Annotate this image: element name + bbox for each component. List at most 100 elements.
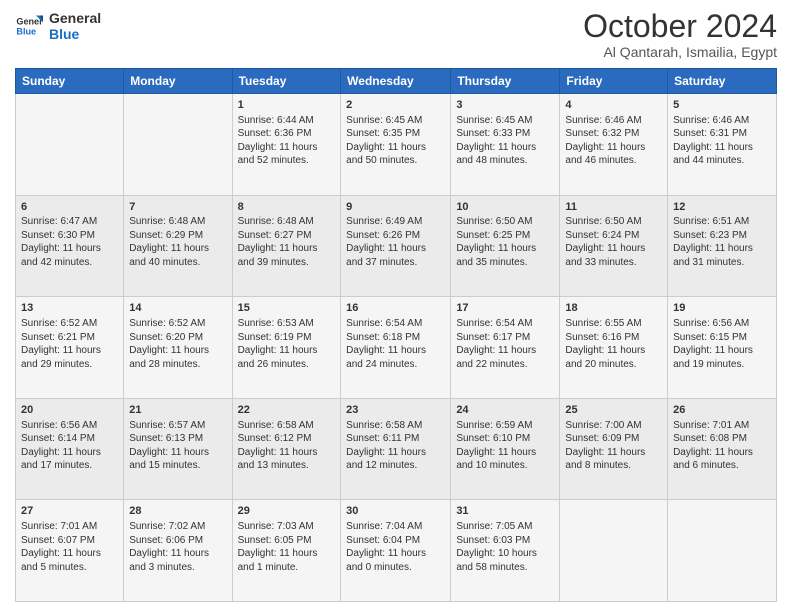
day-info: Sunrise: 6:56 AM <box>21 419 118 433</box>
day-number: 10 <box>456 200 554 215</box>
day-number: 30 <box>346 504 445 519</box>
day-number: 18 <box>565 301 662 316</box>
day-info: Daylight: 11 hours and 24 minutes. <box>346 344 445 371</box>
calendar-week-3: 13Sunrise: 6:52 AMSunset: 6:21 PMDayligh… <box>16 297 777 399</box>
day-info: Sunset: 6:16 PM <box>565 331 662 345</box>
calendar-cell: 6Sunrise: 6:47 AMSunset: 6:30 PMDaylight… <box>16 195 124 297</box>
day-info: Sunset: 6:32 PM <box>565 127 662 141</box>
calendar-cell <box>668 500 777 602</box>
calendar-cell <box>560 500 668 602</box>
day-info: Sunset: 6:35 PM <box>346 127 445 141</box>
calendar-cell <box>124 94 232 196</box>
day-number: 12 <box>673 200 771 215</box>
day-info: Daylight: 11 hours and 33 minutes. <box>565 242 662 269</box>
day-info: Daylight: 11 hours and 22 minutes. <box>456 344 554 371</box>
day-info: Sunrise: 6:45 AM <box>346 114 445 128</box>
day-info: Daylight: 10 hours and 58 minutes. <box>456 547 554 574</box>
calendar-week-2: 6Sunrise: 6:47 AMSunset: 6:30 PMDaylight… <box>16 195 777 297</box>
day-info: Daylight: 11 hours and 6 minutes. <box>673 446 771 473</box>
day-info: Sunset: 6:25 PM <box>456 229 554 243</box>
day-info: Daylight: 11 hours and 42 minutes. <box>21 242 118 269</box>
day-info: Sunrise: 6:55 AM <box>565 317 662 331</box>
day-number: 26 <box>673 403 771 418</box>
calendar-table: SundayMondayTuesdayWednesdayThursdayFrid… <box>15 68 777 602</box>
day-info: Sunset: 6:03 PM <box>456 534 554 548</box>
calendar-cell: 15Sunrise: 6:53 AMSunset: 6:19 PMDayligh… <box>232 297 341 399</box>
day-info: Daylight: 11 hours and 46 minutes. <box>565 141 662 168</box>
day-info: Sunset: 6:18 PM <box>346 331 445 345</box>
calendar-cell: 16Sunrise: 6:54 AMSunset: 6:18 PMDayligh… <box>341 297 451 399</box>
calendar-cell: 30Sunrise: 7:04 AMSunset: 6:04 PMDayligh… <box>341 500 451 602</box>
day-info: Sunrise: 6:46 AM <box>673 114 771 128</box>
day-number: 20 <box>21 403 118 418</box>
calendar-cell: 3Sunrise: 6:45 AMSunset: 6:33 PMDaylight… <box>451 94 560 196</box>
day-number: 16 <box>346 301 445 316</box>
logo-line1: General <box>49 10 101 26</box>
day-info: Sunset: 6:04 PM <box>346 534 445 548</box>
day-number: 5 <box>673 98 771 113</box>
calendar-header: SundayMondayTuesdayWednesdayThursdayFrid… <box>16 69 777 94</box>
day-info: Sunset: 6:05 PM <box>238 534 336 548</box>
page-header: General Blue General Blue October 2024 A… <box>15 10 777 60</box>
day-number: 3 <box>456 98 554 113</box>
calendar-cell: 21Sunrise: 6:57 AMSunset: 6:13 PMDayligh… <box>124 398 232 500</box>
day-info: Daylight: 11 hours and 15 minutes. <box>129 446 226 473</box>
day-info: Sunrise: 6:46 AM <box>565 114 662 128</box>
day-number: 17 <box>456 301 554 316</box>
day-info: Sunset: 6:09 PM <box>565 432 662 446</box>
day-number: 29 <box>238 504 336 519</box>
day-info: Sunrise: 7:01 AM <box>673 419 771 433</box>
day-info: Daylight: 11 hours and 29 minutes. <box>21 344 118 371</box>
day-info: Sunrise: 6:58 AM <box>238 419 336 433</box>
calendar-cell: 7Sunrise: 6:48 AMSunset: 6:29 PMDaylight… <box>124 195 232 297</box>
weekday-header-friday: Friday <box>560 69 668 94</box>
day-number: 27 <box>21 504 118 519</box>
day-info: Sunrise: 6:53 AM <box>238 317 336 331</box>
day-info: Sunset: 6:30 PM <box>21 229 118 243</box>
day-info: Sunrise: 6:48 AM <box>129 215 226 229</box>
day-info: Sunrise: 6:49 AM <box>346 215 445 229</box>
calendar-cell: 4Sunrise: 6:46 AMSunset: 6:32 PMDaylight… <box>560 94 668 196</box>
weekday-header-monday: Monday <box>124 69 232 94</box>
day-info: Sunrise: 6:52 AM <box>129 317 226 331</box>
day-info: Daylight: 11 hours and 17 minutes. <box>21 446 118 473</box>
day-number: 13 <box>21 301 118 316</box>
calendar-cell: 11Sunrise: 6:50 AMSunset: 6:24 PMDayligh… <box>560 195 668 297</box>
day-number: 21 <box>129 403 226 418</box>
day-info: Daylight: 11 hours and 48 minutes. <box>456 141 554 168</box>
day-number: 6 <box>21 200 118 215</box>
day-info: Daylight: 11 hours and 31 minutes. <box>673 242 771 269</box>
day-info: Sunrise: 7:04 AM <box>346 520 445 534</box>
day-number: 1 <box>238 98 336 113</box>
day-number: 8 <box>238 200 336 215</box>
day-info: Sunrise: 6:50 AM <box>456 215 554 229</box>
day-info: Daylight: 11 hours and 35 minutes. <box>456 242 554 269</box>
day-number: 23 <box>346 403 445 418</box>
day-info: Sunset: 6:33 PM <box>456 127 554 141</box>
calendar-cell: 12Sunrise: 6:51 AMSunset: 6:23 PMDayligh… <box>668 195 777 297</box>
day-info: Sunrise: 6:56 AM <box>673 317 771 331</box>
calendar-cell: 27Sunrise: 7:01 AMSunset: 6:07 PMDayligh… <box>16 500 124 602</box>
day-info: Daylight: 11 hours and 5 minutes. <box>21 547 118 574</box>
calendar-cell: 18Sunrise: 6:55 AMSunset: 6:16 PMDayligh… <box>560 297 668 399</box>
day-info: Sunset: 6:19 PM <box>238 331 336 345</box>
logo-line2: Blue <box>49 26 101 42</box>
calendar-week-4: 20Sunrise: 6:56 AMSunset: 6:14 PMDayligh… <box>16 398 777 500</box>
day-info: Daylight: 11 hours and 40 minutes. <box>129 242 226 269</box>
weekday-header-wednesday: Wednesday <box>341 69 451 94</box>
day-info: Sunrise: 6:47 AM <box>21 215 118 229</box>
calendar-cell: 10Sunrise: 6:50 AMSunset: 6:25 PMDayligh… <box>451 195 560 297</box>
calendar-cell: 20Sunrise: 6:56 AMSunset: 6:14 PMDayligh… <box>16 398 124 500</box>
day-info: Daylight: 11 hours and 8 minutes. <box>565 446 662 473</box>
day-info: Sunrise: 6:48 AM <box>238 215 336 229</box>
day-info: Sunset: 6:26 PM <box>346 229 445 243</box>
day-number: 11 <box>565 200 662 215</box>
day-info: Sunset: 6:36 PM <box>238 127 336 141</box>
day-info: Sunrise: 6:44 AM <box>238 114 336 128</box>
day-info: Sunset: 6:06 PM <box>129 534 226 548</box>
day-info: Daylight: 11 hours and 20 minutes. <box>565 344 662 371</box>
day-info: Daylight: 11 hours and 19 minutes. <box>673 344 771 371</box>
day-info: Sunset: 6:11 PM <box>346 432 445 446</box>
day-info: Sunrise: 6:59 AM <box>456 419 554 433</box>
day-number: 31 <box>456 504 554 519</box>
